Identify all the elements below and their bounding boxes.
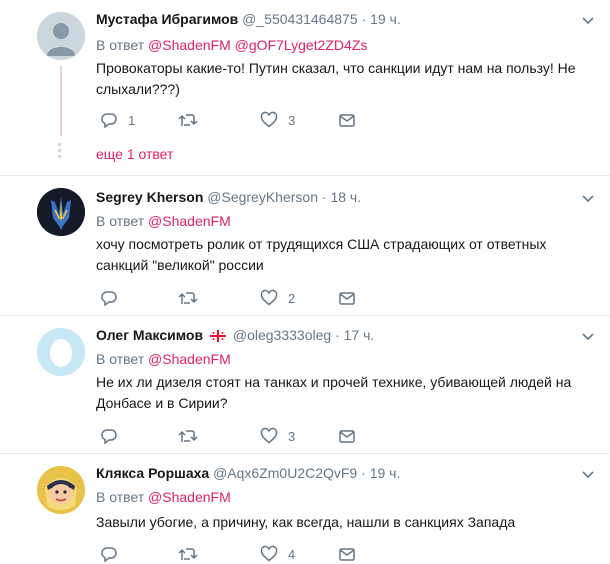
retweet-icon: [178, 548, 198, 560]
avatar[interactable]: [37, 466, 85, 514]
default-avatar-icon: [37, 12, 85, 60]
retweet-button[interactable]: [178, 110, 208, 130]
reply-context: В ответ @ShadenFM @gOF7Lyget2ZD4Zs: [96, 37, 367, 53]
reply-button[interactable]: [100, 288, 128, 308]
reply-context: В ответ @ShadenFM: [96, 213, 231, 229]
reply-button[interactable]: [100, 426, 128, 446]
tweet-text: хочу посмотреть ролик от трудящихся США …: [96, 236, 547, 273]
cartoon-face-icon: [37, 466, 85, 514]
retweet-button[interactable]: [178, 288, 208, 308]
reply-prefix: В ответ: [96, 213, 145, 229]
reply-feed: Мустафа Ибрагимов @_550431464875 · 19 ч.…: [0, 0, 610, 564]
retweet-button[interactable]: [178, 544, 208, 564]
tweet[interactable]: Олег Максимов @oleg3333oleg · 17 ч. В от…: [0, 316, 610, 454]
thread-line: [60, 66, 62, 136]
tweet-text: Не их ли дизеля стоят на танках и прочей…: [96, 374, 572, 411]
reply-prefix: В ответ: [96, 489, 145, 505]
like-count: 3: [288, 112, 296, 128]
georgia-flag-icon: [209, 330, 226, 343]
mention-link[interactable]: @ShadenFM: [148, 37, 231, 53]
like-count: 2: [288, 290, 296, 306]
retweet-button[interactable]: [178, 426, 208, 446]
tweet-header: Segrey Kherson @SegreyKherson · 18 ч.: [96, 189, 361, 205]
chevron-down-icon[interactable]: [580, 190, 596, 206]
timestamp[interactable]: 19 ч.: [370, 465, 401, 481]
like-button[interactable]: 3: [260, 426, 295, 446]
author-name[interactable]: Segrey Kherson: [96, 189, 203, 205]
avatar[interactable]: [37, 188, 85, 236]
reply-icon: [101, 429, 117, 445]
author-name[interactable]: Клякса Роршаха: [96, 465, 209, 481]
tweet[interactable]: Segrey Kherson @SegreyKherson · 18 ч. В …: [0, 176, 610, 316]
more-replies-link[interactable]: еще 1 ответ: [96, 146, 173, 162]
tweet[interactable]: Мустафа Ибрагимов @_550431464875 · 19 ч.…: [0, 0, 610, 176]
author-handle[interactable]: @SegreyKherson: [207, 189, 318, 205]
tweet-actions: 4: [96, 544, 396, 564]
avatar[interactable]: [37, 12, 85, 60]
message-button[interactable]: [338, 288, 356, 308]
avatar[interactable]: [37, 328, 85, 376]
reply-button[interactable]: 1: [100, 110, 135, 130]
message-button[interactable]: [338, 544, 356, 564]
retweet-icon: [178, 430, 198, 442]
like-button[interactable]: 2: [260, 288, 295, 308]
like-count: 3: [288, 428, 296, 444]
author-handle[interactable]: @Aqx6Zm0U2C2QvF9: [213, 465, 357, 481]
chevron-down-icon[interactable]: [580, 466, 596, 482]
reply-context: В ответ @ShadenFM: [96, 351, 231, 367]
tweet-header: Олег Максимов @oleg3333oleg · 17 ч.: [96, 327, 374, 343]
chevron-down-icon[interactable]: [580, 12, 596, 28]
reply-prefix: В ответ: [96, 351, 145, 367]
like-count: 4: [288, 546, 296, 562]
reply-count: 1: [128, 112, 136, 128]
separator: ·: [321, 189, 327, 205]
chevron-down-icon[interactable]: [580, 328, 596, 344]
reply-context: В ответ @ShadenFM: [96, 489, 231, 505]
like-button[interactable]: 3: [260, 110, 295, 130]
envelope-icon: [339, 430, 355, 443]
tweet-actions: 1 3: [96, 110, 396, 130]
separator: ·: [361, 465, 366, 481]
tweet[interactable]: Клякса Роршаха @Aqx6Zm0U2C2QvF9 · 19 ч. …: [0, 454, 610, 564]
timestamp[interactable]: 19 ч.: [370, 11, 401, 27]
reply-icon: [101, 113, 117, 129]
retweet-icon: [178, 114, 198, 126]
envelope-icon: [339, 114, 355, 127]
mention-link[interactable]: @ShadenFM: [148, 351, 231, 367]
mention-link[interactable]: @ShadenFM: [148, 213, 231, 229]
heart-icon: [260, 289, 278, 306]
reply-icon: [101, 547, 117, 563]
heart-icon: [260, 111, 278, 128]
timestamp[interactable]: 17 ч.: [344, 327, 375, 343]
envelope-icon: [339, 292, 355, 305]
separator: ·: [361, 11, 367, 27]
message-button[interactable]: [338, 426, 356, 446]
tweet-actions: 2: [96, 288, 396, 308]
reply-prefix: В ответ: [96, 37, 145, 53]
tweet-text: Провокаторы какие-то! Путин сказал, что …: [96, 60, 576, 97]
timestamp[interactable]: 18 ч.: [330, 189, 361, 205]
message-button[interactable]: [338, 110, 356, 130]
like-button[interactable]: 4: [260, 544, 295, 564]
tweet-actions: 3: [96, 426, 396, 446]
reply-button[interactable]: [100, 544, 128, 564]
trident-emblem-icon: [37, 188, 85, 236]
reply-icon: [101, 291, 117, 307]
mention-link[interactable]: @ShadenFM: [148, 489, 231, 505]
tweet-header: Мустафа Ибрагимов @_550431464875 · 19 ч.: [96, 11, 401, 27]
default-egg-icon: [37, 328, 85, 376]
tweet-header: Клякса Роршаха @Aqx6Zm0U2C2QvF9 · 19 ч.: [96, 465, 400, 481]
heart-icon: [260, 427, 278, 444]
author-handle[interactable]: @_550431464875: [242, 11, 357, 27]
author-handle[interactable]: @oleg3333oleg: [233, 327, 331, 343]
heart-icon: [260, 545, 278, 562]
author-name[interactable]: Мустафа Ибрагимов: [96, 11, 238, 27]
mention-link[interactable]: @gOF7Lyget2ZD4Zs: [235, 37, 368, 53]
retweet-icon: [178, 292, 198, 304]
author-name[interactable]: Олег Максимов: [96, 327, 203, 343]
thread-dots: [58, 140, 61, 161]
separator: ·: [335, 327, 340, 343]
tweet-text: Завыли убогие, а причину, как всегда, на…: [96, 514, 516, 530]
envelope-icon: [339, 548, 355, 561]
